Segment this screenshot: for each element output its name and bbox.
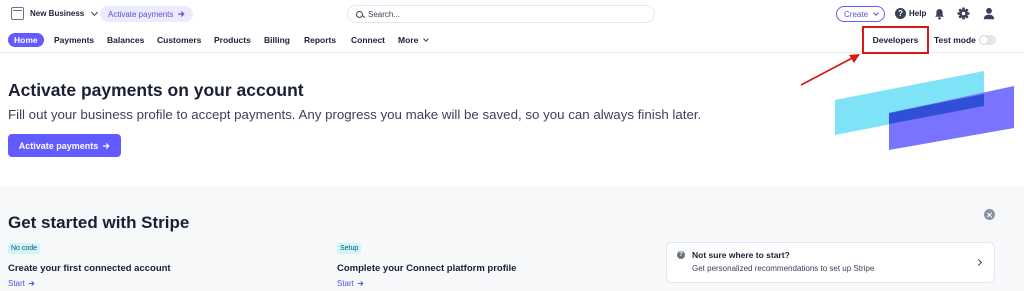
- chevron-down-icon: [91, 8, 99, 16]
- nav-item-billing[interactable]: Billing: [264, 33, 290, 47]
- start-link[interactable]: Start: [8, 279, 35, 288]
- gear-icon[interactable]: [957, 7, 970, 20]
- recommendations-card[interactable]: ? Not sure where to start? Get personali…: [666, 242, 995, 283]
- activate-payments-button[interactable]: Activate payments: [8, 134, 121, 157]
- search-bar[interactable]: [347, 5, 655, 23]
- arrow-right-icon: [103, 142, 110, 149]
- store-icon: [11, 7, 24, 20]
- start-link-label: Start: [8, 279, 25, 288]
- nav-more-label: More: [398, 35, 419, 45]
- get-started-section: Get started with Stripe No code Create y…: [0, 187, 1024, 291]
- nav-item-home[interactable]: Home: [8, 33, 44, 47]
- card-badge: Setup: [337, 243, 362, 254]
- arrow-right-icon: [28, 280, 35, 287]
- help-icon: ?: [895, 8, 906, 19]
- test-mode-label: Test mode: [934, 35, 976, 45]
- developers-label: Developers: [872, 35, 919, 45]
- chevron-right-icon: [974, 258, 983, 267]
- create-label: Create: [844, 9, 869, 19]
- nav-item-reports[interactable]: Reports: [304, 33, 336, 47]
- arrow-right-icon: [178, 11, 185, 17]
- nav-item-more[interactable]: More: [398, 33, 430, 47]
- activate-pill-label: Activate payments: [108, 9, 174, 19]
- activate-button-label: Activate payments: [18, 140, 99, 151]
- chevron-down-icon: [873, 9, 879, 16]
- start-link[interactable]: Start: [337, 279, 364, 288]
- test-mode-toggle[interactable]: [979, 35, 996, 45]
- close-icon[interactable]: [984, 209, 995, 220]
- card-title: Create your first connected account: [8, 263, 171, 274]
- hero-title: Activate payments on your account: [8, 80, 304, 100]
- account-switcher[interactable]: New Business: [11, 7, 99, 20]
- info-icon: ?: [677, 251, 685, 259]
- hero-illustration: [835, 71, 1014, 150]
- card-title: Complete your Connect platform profile: [337, 263, 517, 274]
- get-started-title: Get started with Stripe: [8, 213, 190, 232]
- hero-description: Fill out your business profile to accept…: [8, 107, 702, 122]
- nav-item-payments[interactable]: Payments: [54, 33, 94, 47]
- start-link-label: Start: [337, 279, 354, 288]
- search-icon: [356, 10, 363, 18]
- arrow-right-icon: [357, 280, 364, 287]
- user-icon[interactable]: [983, 7, 995, 20]
- bell-icon[interactable]: [934, 8, 945, 20]
- help-button[interactable]: ? Help: [895, 8, 926, 19]
- developers-link[interactable]: Developers: [862, 26, 929, 54]
- hint-subtitle: Get personalized recommendations to set …: [692, 264, 875, 273]
- help-label: Help: [909, 9, 927, 18]
- nav-item-products[interactable]: Products: [214, 33, 251, 47]
- nav-item-connect[interactable]: Connect: [351, 33, 385, 47]
- card-badge: No code: [8, 243, 41, 254]
- chevron-down-icon: [423, 35, 430, 42]
- search-input[interactable]: [368, 9, 628, 19]
- nav-item-balances[interactable]: Balances: [107, 33, 144, 47]
- account-name: New Business: [30, 9, 85, 18]
- activate-payments-pill[interactable]: Activate payments: [100, 6, 194, 22]
- nav-item-customers[interactable]: Customers: [157, 33, 201, 47]
- top-bar: New Business Activate payments Create ? …: [0, 0, 1024, 28]
- hint-title: Not sure where to start?: [692, 250, 790, 260]
- create-button[interactable]: Create: [836, 6, 886, 22]
